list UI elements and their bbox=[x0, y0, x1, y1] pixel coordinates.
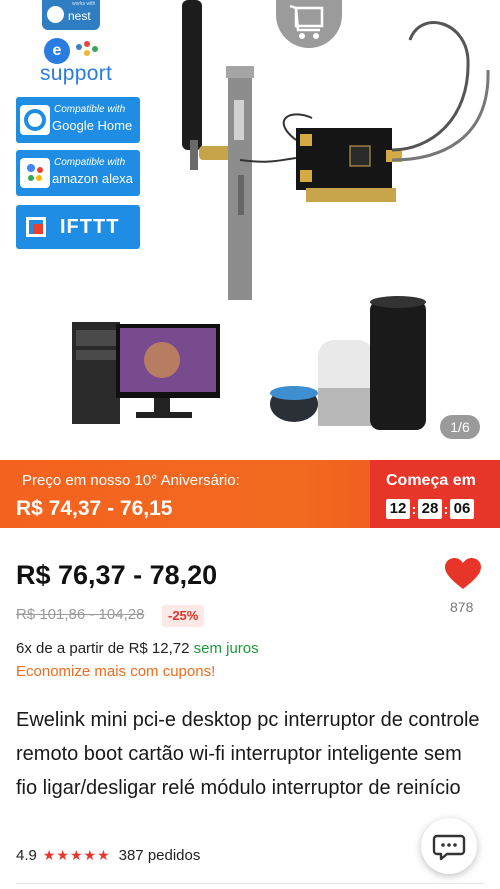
discount-badge: -25% bbox=[162, 605, 205, 627]
ifttt-label: IFTTT bbox=[60, 216, 120, 238]
esupport-letter: e bbox=[44, 38, 70, 64]
alexa-big-label: amazon alexa bbox=[52, 171, 133, 186]
esupport-logo: e support bbox=[40, 38, 130, 86]
rating-value: 4.9 bbox=[16, 847, 37, 864]
interest-free-label: sem juros bbox=[193, 640, 259, 657]
rating-row[interactable]: 4.9 ★★★★★ 387 pedidos bbox=[16, 847, 200, 864]
google-assistant-icon bbox=[20, 105, 50, 135]
home-icon bbox=[47, 6, 64, 23]
timer-separator: : bbox=[443, 501, 449, 517]
product-title: Ewelink mini pci-e desktop pc interrupto… bbox=[16, 709, 480, 799]
nest-small-label: works with bbox=[72, 1, 96, 7]
starts-label: Começa em bbox=[386, 472, 476, 489]
nest-label: nest bbox=[68, 9, 91, 23]
assistant-dots-icon bbox=[20, 158, 50, 188]
product-image-carousel[interactable]: works with nest e support Compatible wit… bbox=[0, 0, 500, 460]
google-home-badge: Compatible with Google Home bbox=[16, 97, 140, 143]
promo-price: R$ 74,37 - 76,15 bbox=[16, 497, 173, 520]
coupon-link[interactable]: Economize mais com cupons! bbox=[16, 663, 215, 680]
alexa-badge: Compatible with amazon alexa bbox=[16, 150, 140, 196]
ifttt-icon bbox=[26, 217, 46, 237]
promo-banner[interactable]: Preço em nosso 10° Aniversário: R$ 74,37… bbox=[0, 460, 500, 528]
chat-icon bbox=[432, 834, 466, 861]
timer-seconds: 06 bbox=[450, 499, 474, 519]
share-icon[interactable] bbox=[372, 10, 408, 46]
timer-hours: 12 bbox=[386, 499, 410, 519]
more-icon[interactable] bbox=[452, 10, 480, 46]
installments-info: 6x de a partir de R$ 12,72 sem juros bbox=[16, 640, 259, 657]
installments-text: 6x de a partir de R$ 12,72 bbox=[16, 640, 190, 657]
esupport-label: support bbox=[40, 62, 113, 85]
chat-button[interactable] bbox=[421, 818, 477, 874]
alexa-small-label: Compatible with bbox=[54, 157, 126, 168]
timer-separator: : bbox=[411, 501, 417, 517]
cart-button[interactable] bbox=[276, 0, 342, 48]
countdown-timer: 12 : 28 : 06 bbox=[386, 498, 474, 520]
cart-icon bbox=[289, 4, 324, 39]
timer-minutes: 28 bbox=[418, 499, 442, 519]
google-small-label: Compatible with bbox=[54, 104, 126, 115]
original-price: R$ 101,86 - 104,28 bbox=[16, 606, 145, 623]
ifttt-badge: IFTTT bbox=[16, 205, 140, 249]
nest-badge: works with nest bbox=[42, 0, 100, 30]
promo-label: Preço em nosso 10° Aniversário: bbox=[22, 472, 240, 489]
google-big-label: Google Home bbox=[52, 118, 133, 133]
image-counter: 1/6 bbox=[440, 415, 480, 439]
star-rating-icon: ★★★★★ bbox=[42, 847, 111, 863]
heart-icon[interactable] bbox=[444, 557, 482, 591]
divider bbox=[16, 883, 484, 884]
favorite-count: 878 bbox=[450, 599, 474, 615]
orders-count: 387 pedidos bbox=[118, 847, 201, 864]
current-price: R$ 76,37 - 78,20 bbox=[16, 560, 218, 590]
